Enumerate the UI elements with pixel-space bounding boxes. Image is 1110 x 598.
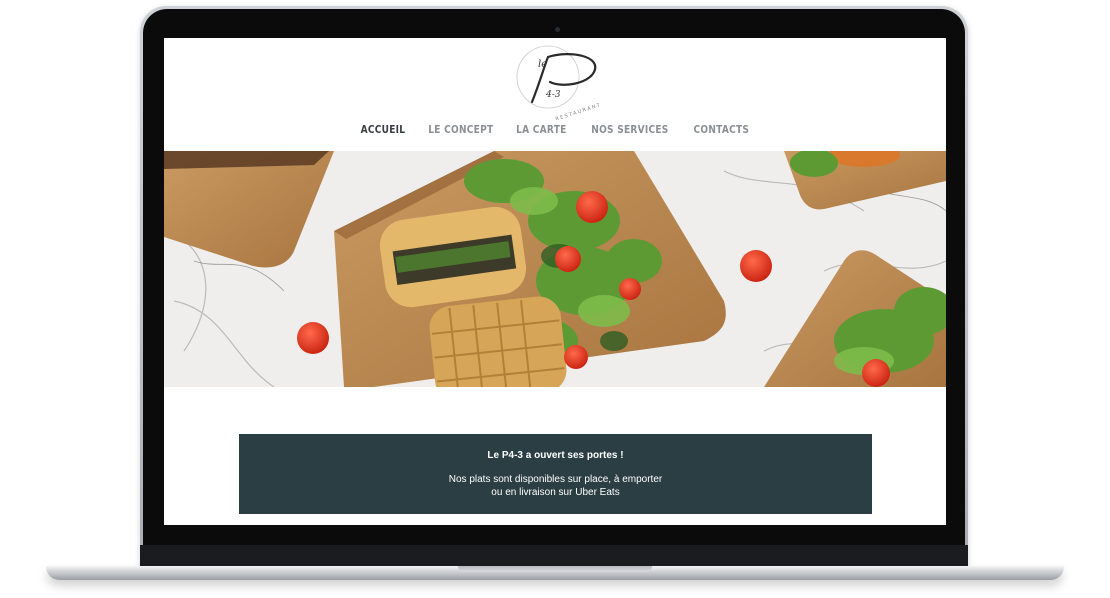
site-header: le 4-3 RESTAURANT ACCUEIL LE CONCEPT LA … — [164, 38, 946, 151]
restaurant-logo[interactable]: le 4-3 RESTAURANT — [510, 42, 604, 123]
p43-logo-icon: le 4-3 RESTAURANT — [516, 45, 602, 123]
main-navigation: ACCUEIL LE CONCEPT LA CARTE NOS SERVICES… — [164, 124, 946, 136]
nav-item-le-concept[interactable]: LE CONCEPT — [428, 124, 493, 136]
webcam-icon — [555, 27, 560, 32]
banner-title: Le P4-3 a ouvert ses portes ! — [487, 450, 624, 461]
nav-item-nos-services[interactable]: NOS SERVICES — [591, 124, 668, 136]
nav-item-la-carte[interactable]: LA CARTE — [516, 124, 566, 136]
svg-text:4-3: 4-3 — [545, 90, 561, 100]
banner-text-line-2: ou en livraison sur Uber Eats — [491, 487, 620, 498]
browser-viewport: le 4-3 RESTAURANT ACCUEIL LE CONCEPT LA … — [164, 38, 946, 525]
hero-image — [164, 151, 946, 387]
announcement-banner: Le P4-3 a ouvert ses portes ! Nos plats … — [239, 434, 872, 514]
banner-text-line-1: Nos plats sont disponibles sur place, à … — [448, 474, 663, 485]
food-photo — [164, 151, 946, 387]
bezel-bottom — [140, 545, 968, 567]
nav-item-accueil[interactable]: ACCUEIL — [360, 124, 405, 136]
nav-item-contacts[interactable]: CONTACTS — [693, 124, 749, 136]
laptop-notch — [458, 566, 652, 572]
